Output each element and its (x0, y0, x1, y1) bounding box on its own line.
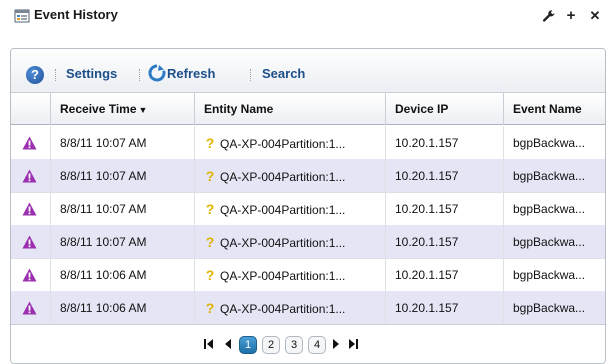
page-1-button[interactable]: 1 (239, 336, 257, 354)
cell-receive-time: 8/8/11 10:07 AM (51, 225, 195, 259)
warning-triangle-icon (11, 225, 51, 259)
page-2-button[interactable]: 2 (262, 336, 280, 354)
settings-button[interactable]: Settings (66, 66, 117, 81)
cell-device-ip: 10.20.1.157 (386, 225, 504, 259)
cell-entity-name: ? QA-XP-004Partition:1... (195, 159, 386, 193)
toolbar-separator (139, 69, 141, 81)
cell-entity-name: ? QA-XP-004Partition:1... (195, 126, 386, 160)
warning-triangle-icon (11, 192, 51, 226)
search-button[interactable]: Search (262, 66, 305, 81)
cell-entity-name: ? QA-XP-004Partition:1... (195, 291, 386, 325)
warning-triangle-icon (11, 126, 51, 160)
page-3-button[interactable]: 3 (285, 336, 303, 354)
portlet-title: Event History (34, 7, 118, 22)
table-row[interactable]: 8/8/11 10:07 AM? QA-XP-004Partition:1... 1… (11, 159, 605, 193)
cell-receive-time: 8/8/11 10:07 AM (51, 126, 195, 160)
next-page-icon[interactable] (332, 338, 340, 355)
page-4-button[interactable]: 4 (308, 336, 326, 354)
cell-device-ip: 10.20.1.157 (386, 159, 504, 193)
cell-entity-name: ? QA-XP-004Partition:1... (195, 225, 386, 259)
cell-receive-time: 8/8/11 10:06 AM (51, 258, 195, 292)
table-row[interactable]: 8/8/11 10:06 AM? QA-XP-004Partition:1... 1… (11, 291, 605, 325)
table-row[interactable]: 8/8/11 10:07 AM? QA-XP-004Partition:1... 1… (11, 126, 605, 160)
unknown-status-icon: ? (205, 135, 215, 151)
unknown-status-icon: ? (205, 300, 215, 316)
pager: 1 2 3 4 (11, 324, 605, 363)
entity-name-text[interactable]: QA-XP-004Partition:1... (220, 236, 345, 250)
cell-receive-time: 8/8/11 10:06 AM (51, 291, 195, 325)
entity-name-text[interactable]: QA-XP-004Partition:1... (220, 203, 345, 217)
prev-page-icon[interactable] (224, 338, 232, 355)
entity-name-text[interactable]: QA-XP-004Partition:1... (220, 170, 345, 184)
column-header-device-ip[interactable]: Device IP (386, 93, 504, 125)
help-icon[interactable]: ? (26, 66, 44, 84)
unknown-status-icon: ? (205, 201, 215, 217)
cell-receive-time: 8/8/11 10:07 AM (51, 159, 195, 193)
table-row[interactable]: 8/8/11 10:06 AM? QA-XP-004Partition:1... 1… (11, 258, 605, 292)
refresh-icon[interactable] (148, 64, 166, 82)
cell-entity-name: ? QA-XP-004Partition:1... (195, 258, 386, 292)
portlet-header: Event History + ✕ (0, 0, 606, 30)
cell-device-ip: 10.20.1.157 (386, 291, 504, 325)
column-header-label: Receive Time (60, 102, 137, 116)
plus-icon[interactable]: + (562, 6, 580, 26)
entity-name-text[interactable]: QA-XP-004Partition:1... (220, 302, 345, 316)
column-header-entity-name[interactable]: Entity Name (195, 93, 386, 125)
toolbar: ? Settings Refresh Search (11, 49, 605, 93)
cell-device-ip: 10.20.1.157 (386, 126, 504, 160)
grid-header: Receive Time ▼ Entity Name Device IP Even… (11, 93, 605, 125)
cell-device-ip: 10.20.1.157 (386, 258, 504, 292)
entity-name-text[interactable]: QA-XP-004Partition:1... (220, 269, 345, 283)
cell-event-name: bgpBackwa... (513, 268, 586, 282)
warning-triangle-icon (11, 258, 51, 292)
toolbar-separator (55, 69, 57, 81)
wrench-icon[interactable] (540, 6, 558, 26)
severity-column-header (11, 93, 51, 125)
cell-event-name: bgpBackwa... (513, 235, 586, 249)
toolbar-separator (250, 69, 252, 81)
warning-triangle-icon (11, 291, 51, 325)
table-row[interactable]: 8/8/11 10:07 AM? QA-XP-004Partition:1... 1… (11, 192, 605, 226)
sort-desc-icon: ▼ (138, 105, 148, 115)
warning-triangle-icon (11, 159, 51, 193)
refresh-button[interactable]: Refresh (167, 66, 215, 81)
cell-device-ip: 10.20.1.157 (386, 192, 504, 226)
column-header-event-name[interactable]: Event Name (504, 93, 605, 125)
cell-event-name: bgpBackwa... (513, 169, 586, 183)
cell-event-name: bgpBackwa... (513, 136, 586, 150)
table-row[interactable]: 8/8/11 10:07 AM? QA-XP-004Partition:1... 1… (11, 225, 605, 259)
column-header-receive-time[interactable]: Receive Time ▼ (51, 93, 195, 125)
cell-receive-time: 8/8/11 10:07 AM (51, 192, 195, 226)
first-page-icon[interactable] (204, 338, 214, 355)
cell-entity-name: ? QA-XP-004Partition:1... (195, 192, 386, 226)
cell-event-name: bgpBackwa... (513, 301, 586, 315)
close-icon[interactable]: ✕ (586, 6, 604, 26)
portlet-tools: + ✕ (536, 6, 606, 26)
unknown-status-icon: ? (205, 168, 215, 184)
last-page-icon[interactable] (348, 338, 358, 355)
event-history-icon (14, 9, 30, 23)
cell-event-name: bgpBackwa... (513, 202, 586, 216)
unknown-status-icon: ? (205, 234, 215, 250)
event-history-panel: ? Settings Refresh Search Receive Time ▼ … (10, 48, 606, 364)
entity-name-text[interactable]: QA-XP-004Partition:1... (220, 137, 345, 151)
unknown-status-icon: ? (205, 267, 215, 283)
